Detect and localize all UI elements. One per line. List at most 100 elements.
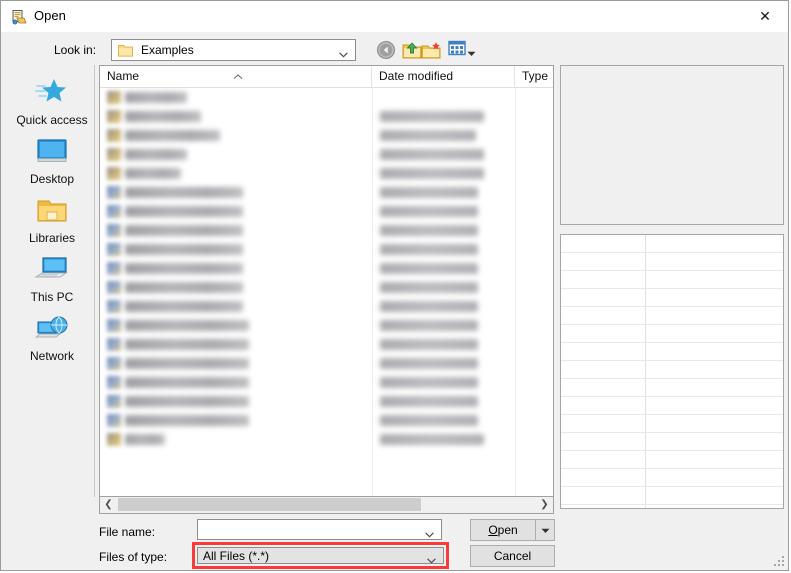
- sidebar-item-desktop[interactable]: Desktop: [9, 134, 95, 186]
- properties-grid-row[interactable]: [561, 379, 783, 397]
- folder-icon: [118, 43, 133, 57]
- table-row[interactable]: [100, 411, 553, 430]
- properties-grid-row[interactable]: [561, 253, 783, 271]
- table-row[interactable]: [100, 221, 553, 240]
- column-header-type[interactable]: Type: [515, 66, 553, 88]
- table-row[interactable]: [100, 373, 553, 392]
- table-row[interactable]: [100, 259, 553, 278]
- file-name-cell: [125, 244, 243, 255]
- sort-ascending-icon: [233, 69, 243, 80]
- open-button[interactable]: Open: [470, 519, 536, 541]
- file-name-cell: [125, 168, 181, 179]
- folder-icon: [107, 110, 121, 123]
- scroll-left-arrow-icon[interactable]: ❮: [100, 497, 117, 512]
- sidebar-item-libraries[interactable]: Libraries: [9, 193, 95, 245]
- table-row[interactable]: [100, 354, 553, 373]
- properties-grid-row[interactable]: [561, 289, 783, 307]
- properties-grid-row[interactable]: [561, 397, 783, 415]
- properties-grid-row[interactable]: [561, 361, 783, 379]
- look-in-combobox[interactable]: Examples: [111, 39, 356, 61]
- table-row[interactable]: [100, 430, 553, 449]
- date-modified-cell: [380, 358, 478, 369]
- properties-grid-row[interactable]: [561, 307, 783, 325]
- cancel-button[interactable]: Cancel: [470, 545, 555, 567]
- table-row[interactable]: [100, 183, 553, 202]
- scroll-right-arrow-icon[interactable]: ❯: [536, 497, 553, 512]
- quick-access-star-icon: [9, 75, 95, 111]
- date-modified-cell: [380, 130, 476, 141]
- network-globe-icon: [9, 311, 95, 347]
- sidebar-item-quick-access[interactable]: Quick access: [9, 75, 95, 127]
- table-row[interactable]: [100, 392, 553, 411]
- desktop-monitor-icon: [9, 134, 95, 170]
- properties-grid-row[interactable]: [561, 235, 783, 253]
- folder-icon: [107, 167, 121, 180]
- sidebar-item-network[interactable]: Network: [9, 311, 95, 363]
- file-icon: [107, 300, 121, 313]
- file-name-cell: [125, 396, 249, 407]
- title-bar: Open ✕: [1, 1, 788, 32]
- table-row[interactable]: [100, 316, 553, 335]
- properties-grid-row[interactable]: [561, 433, 783, 451]
- properties-grid-row[interactable]: [561, 325, 783, 343]
- views-chevron-down-icon[interactable]: [467, 46, 476, 56]
- file-icon: [107, 186, 121, 199]
- close-button[interactable]: ✕: [742, 1, 788, 31]
- file-name-cell: [125, 111, 201, 122]
- file-name-combobox[interactable]: [197, 519, 442, 540]
- file-list[interactable]: Name Date modified Type: [99, 65, 554, 497]
- files-of-type-combobox[interactable]: All Files (*.*): [197, 547, 444, 564]
- table-row[interactable]: [100, 202, 553, 221]
- chevron-down-icon[interactable]: [425, 527, 434, 538]
- scrollbar-thumb[interactable]: [118, 498, 421, 511]
- file-name-cell: [125, 434, 165, 445]
- file-name-cell: [125, 149, 187, 160]
- properties-grid-row[interactable]: [561, 487, 783, 505]
- table-row[interactable]: [100, 145, 553, 164]
- properties-grid-row[interactable]: [561, 271, 783, 289]
- file-icon: [107, 262, 121, 275]
- close-icon: ✕: [759, 7, 771, 24]
- properties-grid-row[interactable]: [561, 343, 783, 361]
- properties-grid-row[interactable]: [561, 415, 783, 433]
- file-icon: [107, 281, 121, 294]
- table-row[interactable]: [100, 240, 553, 259]
- file-name-cell: [125, 320, 249, 331]
- file-icon: [107, 414, 121, 427]
- table-row[interactable]: [100, 88, 553, 107]
- file-name-cell: [125, 415, 249, 426]
- table-row[interactable]: [100, 278, 553, 297]
- open-file-dialog-icon: [11, 9, 27, 25]
- column-header-name[interactable]: Name: [100, 66, 372, 88]
- date-modified-cell: [380, 377, 478, 388]
- horizontal-scrollbar[interactable]: ❮ ❯: [99, 497, 554, 514]
- table-row[interactable]: [100, 126, 553, 145]
- resize-grip-icon[interactable]: [773, 555, 785, 567]
- open-dropdown-button[interactable]: [535, 519, 555, 541]
- sidebar-item-label: Network: [29, 349, 74, 363]
- table-row[interactable]: [100, 335, 553, 354]
- properties-grid-row[interactable]: [561, 451, 783, 469]
- sidebar-item-label: Desktop: [29, 172, 75, 186]
- sidebar-item-this-pc[interactable]: This PC: [9, 252, 95, 304]
- file-list-header: Name Date modified Type: [100, 66, 553, 88]
- table-row[interactable]: [100, 297, 553, 316]
- table-row[interactable]: [100, 164, 553, 183]
- views-button[interactable]: [448, 39, 466, 61]
- back-button[interactable]: [375, 39, 397, 61]
- file-icon: [107, 395, 121, 408]
- open-file-dialog: Open ✕ Look in: Examples Quick access De…: [0, 0, 789, 571]
- file-icon: [107, 224, 121, 237]
- cancel-button-label: Cancel: [493, 549, 532, 563]
- table-row[interactable]: [100, 107, 553, 126]
- properties-grid-row[interactable]: [561, 469, 783, 487]
- properties-grid-row[interactable]: [561, 505, 783, 508]
- chevron-down-icon[interactable]: [427, 553, 436, 564]
- date-modified-cell: [380, 282, 478, 293]
- date-modified-cell: [380, 225, 478, 236]
- create-new-folder-button[interactable]: [420, 39, 442, 61]
- properties-grid[interactable]: [560, 234, 784, 509]
- file-name-input[interactable]: [202, 522, 422, 537]
- this-pc-computer-icon: [9, 252, 95, 288]
- column-header-date-modified[interactable]: Date modified: [372, 66, 515, 88]
